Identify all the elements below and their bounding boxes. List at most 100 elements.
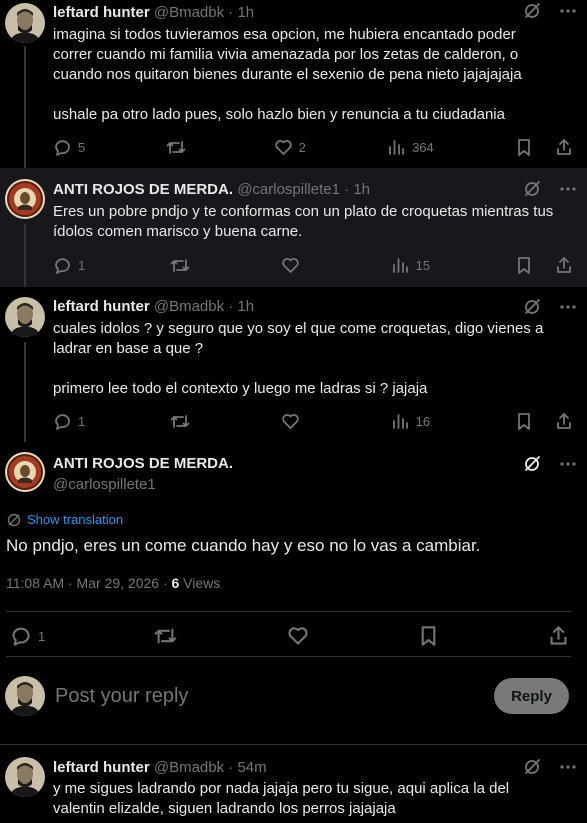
share-icon[interactable] bbox=[548, 625, 569, 647]
like-action[interactable] bbox=[281, 412, 306, 431]
display-name[interactable]: ANTI ROJOS DE MERDA. bbox=[53, 181, 233, 198]
handle[interactable]: @carlospillete1 bbox=[237, 181, 340, 198]
share-group bbox=[515, 412, 573, 431]
reply-tweet[interactable]: leftard hunter @Bmadbk · 1h imagina si t… bbox=[0, 0, 587, 168]
tweet-line: ladrar en base a que ? bbox=[53, 340, 204, 357]
analytics-icon bbox=[391, 412, 410, 431]
tweet-top-icons bbox=[523, 180, 577, 198]
reply-icon bbox=[53, 412, 72, 431]
reply-action[interactable]: 5 bbox=[53, 138, 85, 157]
avatar[interactable] bbox=[5, 757, 45, 797]
grok-icon[interactable] bbox=[523, 180, 541, 198]
bookmark-icon[interactable] bbox=[515, 412, 533, 431]
grok-icon[interactable] bbox=[523, 455, 541, 473]
views-action[interactable]: 15 bbox=[391, 256, 430, 275]
tweet-line: primero lee todo el contexto y luego me … bbox=[53, 380, 428, 397]
translate-icon bbox=[7, 513, 21, 527]
tweet-line: cuando nos quitaron bienes durante el se… bbox=[53, 66, 522, 83]
timestamp[interactable]: 1h bbox=[237, 298, 254, 315]
tweet-top-icons bbox=[523, 2, 577, 20]
more-icon[interactable] bbox=[559, 180, 577, 198]
share-icon[interactable] bbox=[555, 256, 573, 275]
grok-icon[interactable] bbox=[523, 298, 541, 316]
divider bbox=[6, 656, 571, 657]
avatar[interactable] bbox=[5, 297, 45, 337]
grok-icon[interactable] bbox=[523, 2, 541, 20]
bookmark-icon[interactable] bbox=[515, 256, 533, 275]
tweet-line: y me sigues ladrando por nada jajaja per… bbox=[53, 780, 510, 797]
more-icon[interactable] bbox=[559, 758, 577, 776]
retweet-action[interactable] bbox=[170, 412, 196, 431]
timestamp[interactable]: 1h bbox=[237, 4, 254, 21]
tweet-header: leftard hunter @Bmadbk · 1h bbox=[53, 4, 254, 21]
tweet-actions: 1 15 bbox=[53, 256, 573, 275]
tweet-top-icons bbox=[523, 298, 577, 316]
tweet-line: ushale pa otro lado pues, solo hazlo bie… bbox=[53, 106, 505, 123]
like-count: 2 bbox=[298, 140, 306, 155]
retweet-action[interactable] bbox=[170, 256, 196, 275]
reply-tweet[interactable]: leftard hunter @Bmadbk · 1h cuales idolo… bbox=[0, 287, 587, 442]
heart-icon[interactable] bbox=[287, 625, 309, 647]
avatar[interactable] bbox=[5, 452, 45, 492]
reply-count: 1 bbox=[38, 628, 46, 644]
show-translation-link[interactable]: Show translation bbox=[7, 512, 123, 527]
views-action[interactable]: 364 bbox=[387, 138, 434, 157]
bookmark-icon[interactable] bbox=[418, 625, 439, 647]
like-action[interactable] bbox=[281, 256, 306, 275]
divider bbox=[6, 611, 571, 612]
views-count: 364 bbox=[412, 140, 434, 155]
views-count: 15 bbox=[415, 258, 431, 273]
tweet-text: Eres un pobre pndjo y te conformas con u… bbox=[53, 202, 577, 242]
reply-icon bbox=[53, 256, 72, 275]
reply-icon bbox=[10, 625, 32, 647]
tweet-text: cuales idolos ? y seguro que yo soy el q… bbox=[53, 319, 577, 399]
bookmark-icon[interactable] bbox=[515, 138, 533, 157]
reply-tweet[interactable]: ANTI ROJOS DE MERDA. @carlospillete1 · 1… bbox=[0, 168, 587, 287]
heart-icon bbox=[281, 412, 300, 431]
reply-action[interactable]: 1 bbox=[53, 256, 85, 275]
tweet-line: valentin elizalde, siguen ladrando los p… bbox=[53, 800, 396, 817]
grok-icon[interactable] bbox=[523, 758, 541, 776]
tweet-timestamp[interactable]: 11:08 AM · Mar 29, 2026 · bbox=[6, 575, 172, 591]
handle[interactable]: @Bmadbk bbox=[154, 759, 224, 776]
display-name[interactable]: leftard hunter bbox=[53, 298, 150, 315]
views-count: 16 bbox=[415, 414, 431, 429]
heart-icon bbox=[274, 138, 293, 157]
more-icon[interactable] bbox=[559, 455, 577, 473]
reply-action[interactable]: 1 bbox=[10, 625, 45, 647]
tweet-header: ANTI ROJOS DE MERDA. @carlospillete1 · 1… bbox=[53, 181, 370, 198]
views-action[interactable]: 16 bbox=[391, 412, 430, 431]
retweet-action[interactable] bbox=[166, 138, 192, 157]
handle[interactable]: @carlospillete1 bbox=[53, 476, 156, 493]
handle[interactable]: @Bmadbk bbox=[154, 298, 224, 315]
reply-button[interactable]: Reply bbox=[494, 678, 569, 714]
tweet-text: y me sigues ladrando por nada jajaja per… bbox=[53, 779, 577, 819]
retweet-icon[interactable] bbox=[154, 625, 177, 647]
display-name[interactable]: leftard hunter bbox=[53, 759, 150, 776]
reply-tweet[interactable]: leftard hunter @Bmadbk · 54m y me sigues… bbox=[0, 745, 587, 823]
share-icon[interactable] bbox=[555, 412, 573, 431]
tweet-actions: 5 2 364 bbox=[53, 138, 573, 157]
tweet-line: correr cuando mi familia vivia amenazada… bbox=[53, 46, 519, 63]
reply-action[interactable]: 1 bbox=[53, 412, 85, 431]
like-action[interactable]: 2 bbox=[274, 138, 306, 157]
separator: · bbox=[224, 298, 238, 315]
more-icon[interactable] bbox=[559, 2, 577, 20]
display-name[interactable]: ANTI ROJOS DE MERDA. bbox=[53, 455, 233, 472]
separator: · bbox=[224, 4, 238, 21]
timestamp[interactable]: 1h bbox=[353, 181, 370, 198]
tweet-line: ídolos comen marisco y buena carne. bbox=[53, 223, 303, 240]
reply-icon bbox=[53, 138, 72, 157]
timestamp[interactable]: 54m bbox=[237, 759, 266, 776]
share-icon[interactable] bbox=[555, 138, 573, 157]
analytics-icon bbox=[391, 256, 410, 275]
handle[interactable]: @Bmadbk bbox=[154, 4, 224, 21]
reply-input[interactable] bbox=[55, 682, 475, 710]
avatar bbox=[5, 676, 45, 716]
display-name[interactable]: leftard hunter bbox=[53, 4, 150, 21]
avatar[interactable] bbox=[5, 179, 45, 219]
tweet-top-icons bbox=[523, 455, 577, 473]
more-icon[interactable] bbox=[559, 298, 577, 316]
separator: · bbox=[339, 181, 354, 198]
avatar[interactable] bbox=[5, 3, 45, 43]
